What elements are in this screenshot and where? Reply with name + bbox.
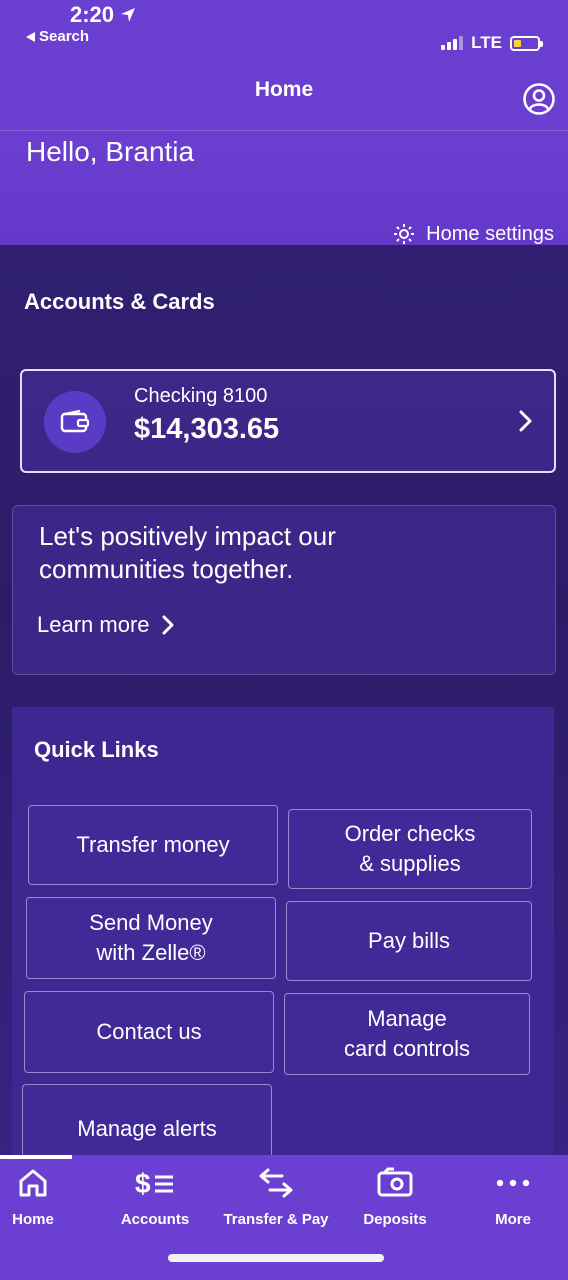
tab-label: More — [495, 1211, 531, 1228]
accounts-section-title: Accounts & Cards — [24, 289, 215, 314]
transfer-icon — [259, 1168, 293, 1198]
status-indicators: LTE — [441, 33, 543, 53]
clock-text: 2:20 — [70, 2, 115, 27]
tab-deposits[interactable]: Deposits — [340, 1165, 450, 1228]
account-name: Checking 8100 — [134, 385, 268, 407]
tab-label: Deposits — [363, 1211, 427, 1228]
tab-label: Accounts — [120, 1211, 190, 1228]
tab-label: Home — [12, 1211, 54, 1228]
profile-button[interactable] — [522, 82, 556, 116]
header: 2:20 Search LTE Home Hello, Brantia Home… — [0, 0, 568, 245]
more-icon — [496, 1179, 530, 1187]
promo-text: Let's positively impact our communities … — [39, 521, 336, 584]
gear-icon — [394, 224, 415, 244]
back-to-search[interactable]: Search — [26, 28, 89, 45]
learn-more-label: Learn more — [37, 612, 150, 637]
tab-more[interactable]: More — [458, 1165, 568, 1228]
main-content: Accounts & Cards Checking 8100 $14,303.6… — [0, 245, 568, 1174]
quick-links-panel: Quick Links Transfer money Order checks … — [12, 707, 554, 1174]
signal-icon — [441, 36, 464, 50]
greeting: Hello, Brantia — [26, 136, 195, 167]
learn-more-link[interactable]: Learn more — [37, 612, 174, 638]
home-icon — [19, 1169, 47, 1197]
account-card-checking[interactable]: Checking 8100 $14,303.65 — [20, 369, 556, 473]
home-settings-label: Home settings — [426, 222, 554, 245]
tab-label: Transfer & Pay — [223, 1211, 329, 1228]
location-arrow-icon — [121, 8, 136, 22]
screen: 2:20 Search LTE Home Hello, Brantia Home… — [0, 0, 568, 1280]
pay-bills-button[interactable]: Pay bills — [286, 901, 532, 981]
back-triangle-icon — [26, 31, 35, 42]
accounts-icon: $ — [135, 1168, 173, 1199]
active-tab-indicator — [0, 1155, 72, 1159]
tab-transfer-pay[interactable]: Transfer & Pay — [221, 1165, 331, 1228]
wallet-badge — [44, 391, 106, 453]
chevron-right-icon — [162, 615, 174, 635]
title-bar: Home — [0, 72, 568, 131]
account-balance: $14,303.65 — [134, 413, 280, 445]
home-settings-button[interactable]: Home settings — [392, 222, 554, 246]
profile-icon — [523, 83, 555, 115]
transfer-money-button[interactable]: Transfer money — [28, 805, 278, 885]
back-label: Search — [39, 28, 90, 45]
manage-card-controls-button[interactable]: Manage card controls — [284, 993, 530, 1075]
tab-home[interactable]: Home — [0, 1165, 88, 1228]
svg-text:$: $ — [135, 1168, 151, 1199]
contact-us-button[interactable]: Contact us — [24, 991, 274, 1073]
send-money-zelle-button[interactable]: Send Money with Zelle® — [26, 897, 276, 979]
status-time: 2:20 — [70, 2, 136, 28]
battery-icon — [510, 35, 543, 51]
tab-accounts[interactable]: $ Accounts — [100, 1165, 210, 1228]
chevron-right-icon — [519, 410, 532, 432]
order-checks-button[interactable]: Order checks & supplies — [288, 809, 532, 889]
page-title: Home — [254, 78, 314, 101]
home-indicator-bar — [168, 1254, 384, 1262]
quick-links-title: Quick Links — [34, 737, 159, 762]
promo-card: Let's positively impact our communities … — [12, 505, 556, 675]
wallet-icon — [60, 410, 90, 433]
network-label: LTE — [471, 33, 502, 52]
deposit-icon — [377, 1167, 413, 1197]
